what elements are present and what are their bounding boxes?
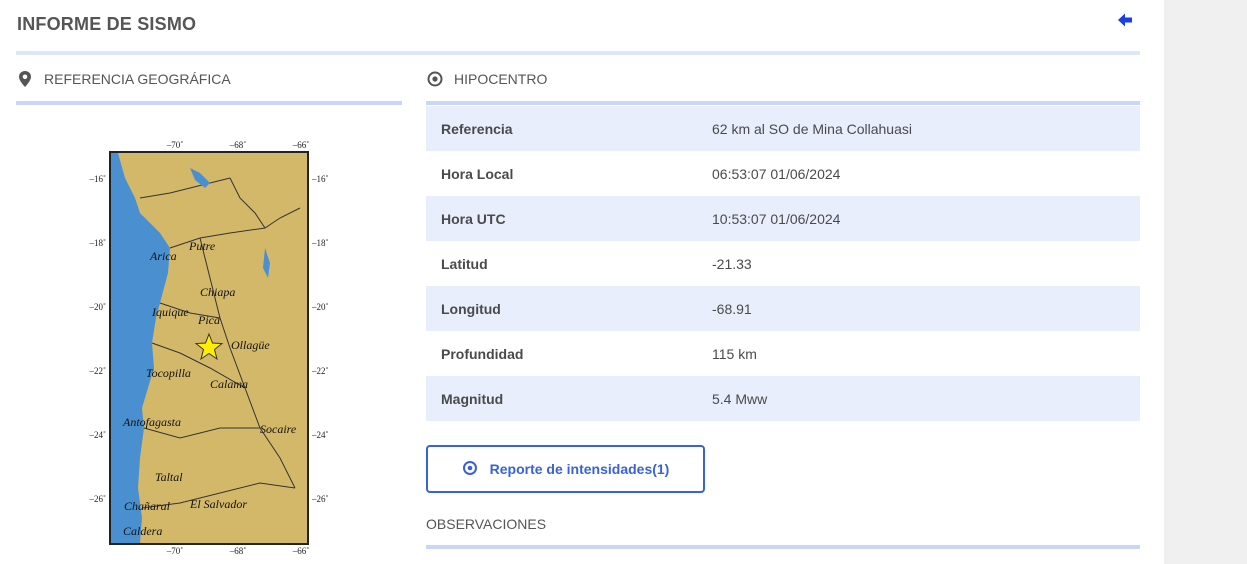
map-place-label: Putre	[188, 239, 216, 253]
hipocentro-table: Referencia 62 km al SO de Mina Collahuas…	[426, 106, 1140, 421]
page-title: INFORME DE SISMO	[17, 14, 197, 34]
map-pin-icon	[16, 70, 34, 88]
map-place-label: Chañaral	[124, 499, 171, 513]
map-place-label: Caldera	[123, 524, 162, 538]
map-place-label: Calama	[210, 377, 248, 391]
map-place-label: Arica	[149, 249, 177, 263]
map-y-tick: –20˚	[89, 302, 107, 312]
map-x-tick: –66˚	[292, 140, 310, 150]
table-row: Latitud -21.33	[426, 241, 1140, 286]
row-value: 10:53:07 01/06/2024	[712, 210, 841, 227]
map-place-label: Chiapa	[200, 285, 235, 299]
map-place-label: Taltal	[155, 470, 183, 484]
map-place-label: Antofagasta	[122, 415, 181, 429]
hipo-section-title: HIPOCENTRO	[454, 71, 548, 87]
row-value: -68.91	[712, 300, 752, 317]
row-value: 115 km	[712, 345, 757, 362]
map-x-tick: –70˚	[166, 546, 184, 556]
epicenter-map: –70˚ –68˚ –66˚ –70˚ –68˚ –66˚ –16˚ –18˚ …	[80, 138, 340, 558]
back-arrow-icon[interactable]	[1115, 10, 1135, 30]
row-label: Magnitud	[441, 390, 504, 407]
target-icon	[462, 460, 478, 479]
map-x-tick: –66˚	[292, 546, 310, 556]
map-y-tick: –16˚	[311, 174, 329, 184]
map-y-tick: –24˚	[89, 430, 107, 440]
map-x-tick: –68˚	[229, 140, 247, 150]
row-label: Latitud	[441, 255, 488, 272]
map-place-label: Tocopilla	[146, 366, 191, 380]
map-y-tick: –18˚	[89, 238, 107, 248]
geo-section-title: REFERENCIA GEOGRÁFICA	[44, 71, 231, 87]
map-y-tick: –24˚	[311, 430, 329, 440]
hipo-section-divider	[426, 101, 1140, 105]
map-y-tick: –22˚	[89, 366, 107, 376]
table-row: Longitud -68.91	[426, 286, 1140, 331]
geo-section-header: REFERENCIA GEOGRÁFICA	[16, 70, 231, 88]
row-label: Longitud	[441, 300, 501, 317]
title-divider	[16, 51, 1140, 55]
table-row: Profundidad 115 km	[426, 331, 1140, 376]
observations-divider	[426, 545, 1140, 549]
table-row: Referencia 62 km al SO de Mina Collahuas…	[426, 106, 1140, 151]
row-value: 06:53:07 01/06/2024	[712, 165, 841, 182]
map-y-tick: –20˚	[311, 302, 329, 312]
observations-title: OBSERVACIONES	[426, 516, 547, 532]
hipo-section-header: HIPOCENTRO	[426, 70, 547, 88]
map-place-label: Socaire	[260, 422, 297, 436]
map-y-tick: –26˚	[89, 494, 107, 504]
geo-section-divider	[16, 101, 402, 105]
row-label: Hora Local	[441, 165, 514, 182]
intensity-report-button[interactable]: Reporte de intensidades(1)	[426, 445, 705, 493]
right-gutter	[1164, 0, 1247, 564]
table-row: Magnitud 5.4 Mww	[426, 376, 1140, 421]
row-value: 5.4 Mww	[712, 390, 768, 407]
map-x-tick: –70˚	[166, 140, 184, 150]
row-label: Hora UTC	[441, 210, 506, 227]
map-y-tick: –18˚	[311, 238, 329, 248]
row-value: 62 km al SO de Mina Collahuasi	[712, 120, 912, 137]
table-row: Hora Local 06:53:07 01/06/2024	[426, 151, 1140, 196]
map-y-tick: –22˚	[311, 366, 329, 376]
map-place-label: Pica	[197, 313, 220, 327]
map-y-tick: –26˚	[311, 494, 329, 504]
map-y-tick: –16˚	[89, 174, 107, 184]
row-value: -21.33	[712, 255, 752, 272]
target-icon	[426, 70, 444, 88]
intensity-report-label: Reporte de intensidades(1)	[489, 461, 670, 477]
table-row: Hora UTC 10:53:07 01/06/2024	[426, 196, 1140, 241]
map-x-tick: –68˚	[229, 546, 247, 556]
row-label: Referencia	[441, 120, 513, 137]
map-place-label: Ollagüe	[231, 338, 270, 352]
row-label: Profundidad	[441, 345, 524, 362]
map-place-label: Iquique	[151, 305, 189, 319]
map-place-label: El Salvador	[189, 497, 247, 511]
